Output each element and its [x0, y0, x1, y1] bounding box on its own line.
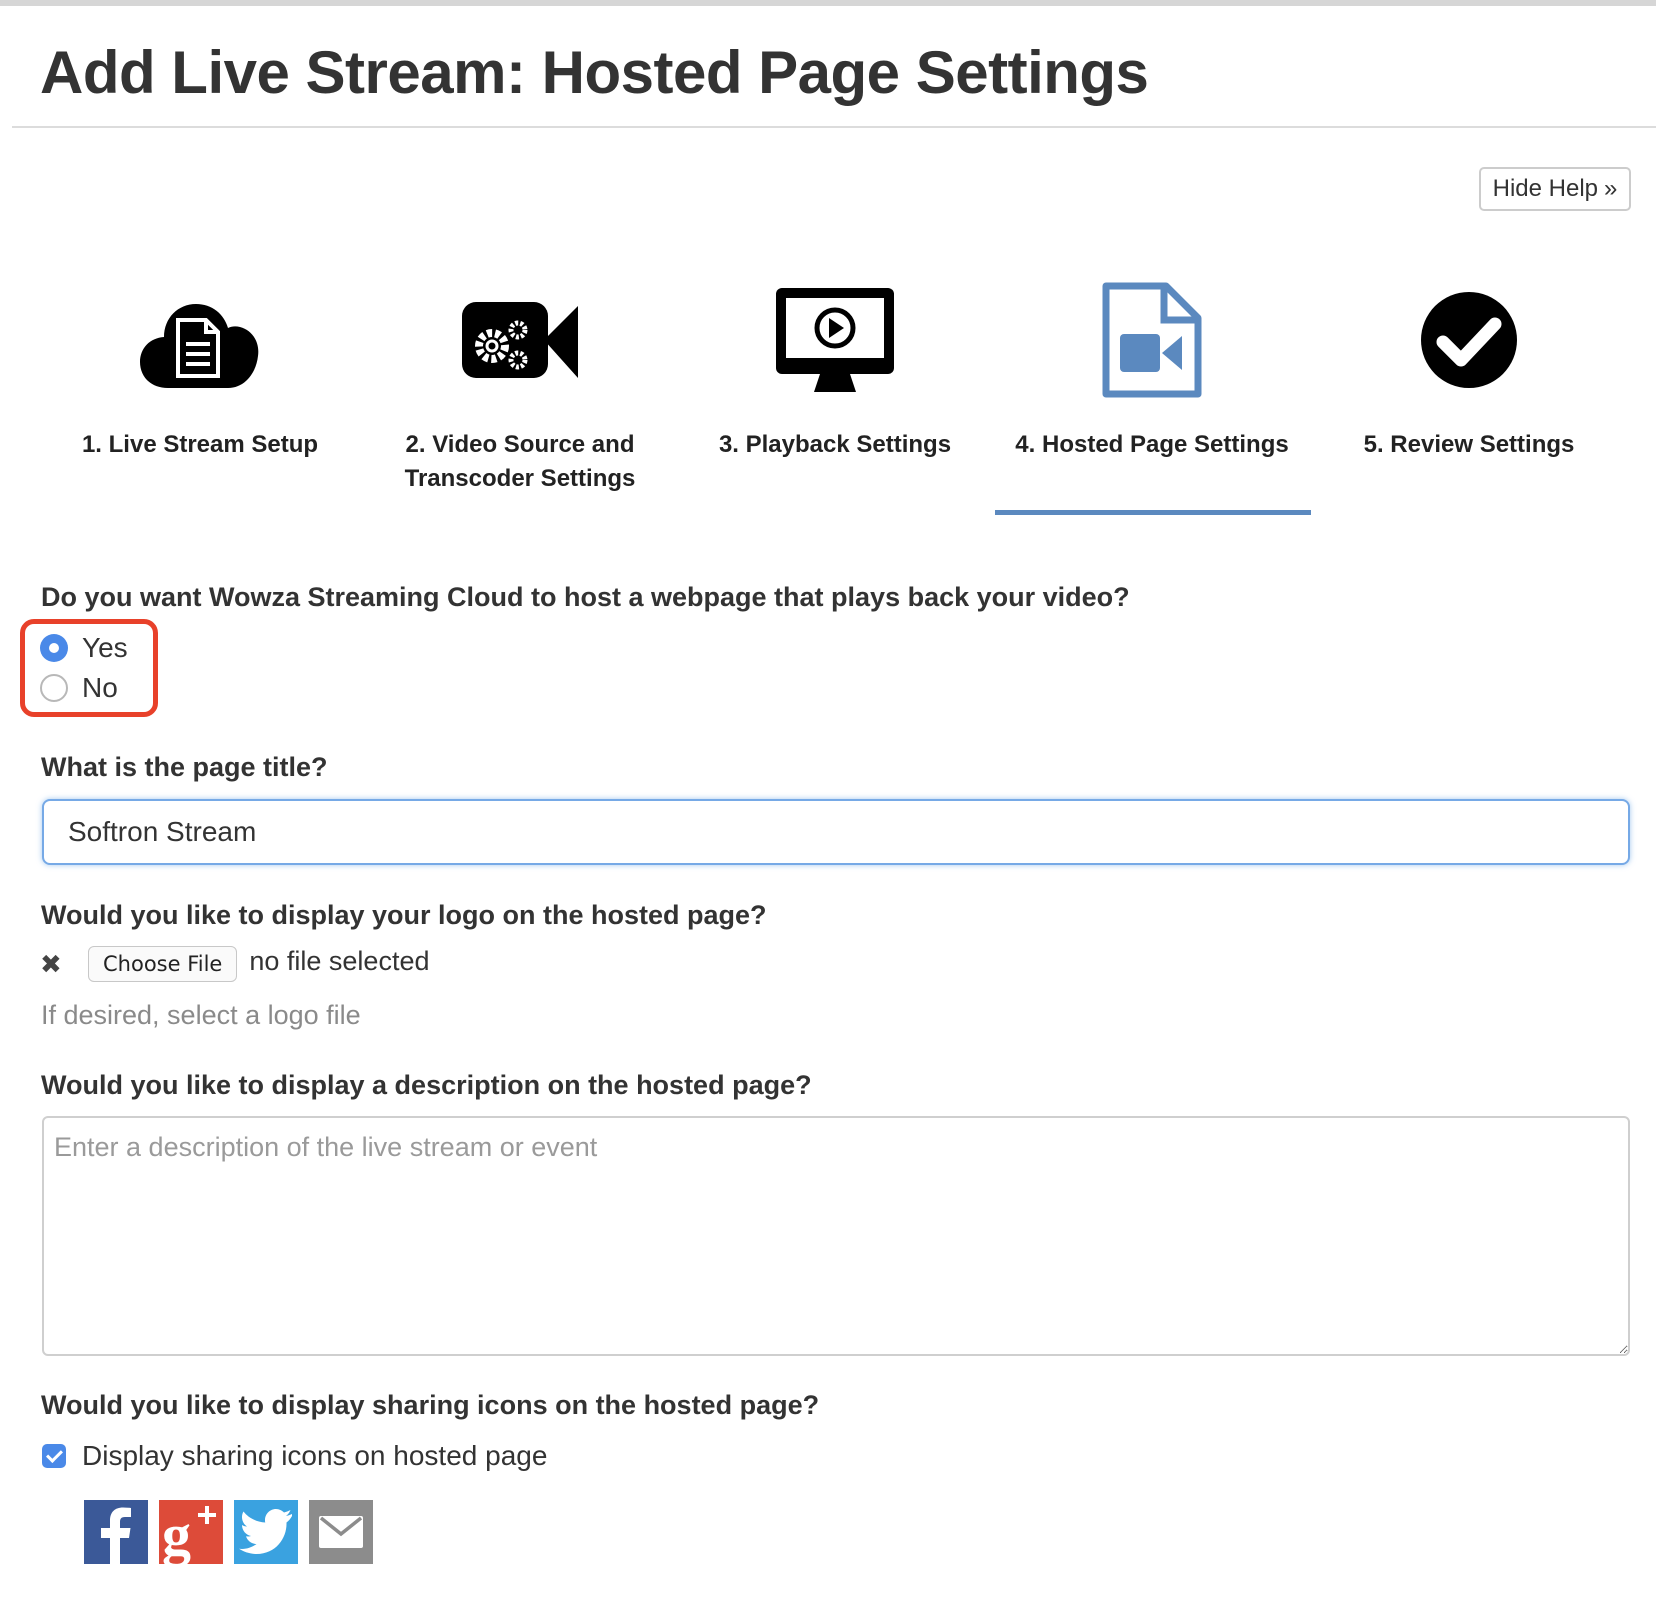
page-title: Add Live Stream: Hosted Page Settings — [40, 39, 1149, 106]
title-divider — [12, 126, 1656, 128]
top-border — [0, 0, 1656, 6]
page-title-input[interactable] — [42, 799, 1630, 865]
radio-yes-label: Yes — [82, 632, 128, 663]
twitter-icon — [234, 1500, 298, 1564]
logo-file-row: ✖ Choose File no file selected — [40, 946, 429, 982]
cloud-document-icon — [40, 280, 360, 400]
clear-file-icon[interactable]: ✖ — [40, 949, 74, 980]
host-question: Do you want Wowza Streaming Cloud to hos… — [41, 582, 1130, 612]
file-status: no file selected — [249, 945, 430, 976]
title-question: What is the page title? — [41, 752, 328, 782]
video-file-icon — [992, 280, 1312, 400]
radio-no[interactable]: No — [40, 672, 118, 704]
logo-help-text: If desired, select a logo file — [41, 1000, 361, 1030]
choose-file-button[interactable]: Choose File — [88, 946, 238, 982]
step-label: 1. Live Stream Setup — [81, 431, 319, 458]
hide-help-button[interactable]: Hide Help » — [1479, 167, 1631, 211]
step-label: 4. Hosted Page Settings — [1015, 431, 1289, 458]
sharing-question: Would you like to display sharing icons … — [41, 1390, 820, 1420]
description-question: Would you like to display a description … — [41, 1070, 812, 1100]
sharing-checkbox[interactable] — [42, 1444, 66, 1468]
radio-no-control[interactable] — [40, 674, 68, 702]
checkmark-circle-icon — [1309, 280, 1629, 400]
sharing-checkbox-row[interactable]: Display sharing icons on hosted page — [42, 1440, 547, 1472]
description-textarea[interactable] — [42, 1116, 1630, 1356]
active-step-indicator — [995, 510, 1311, 515]
facebook-icon — [84, 1500, 148, 1564]
radio-no-label: No — [82, 672, 118, 703]
wizard-steps: 1. Live Stream Setup 2. Video Source and… — [0, 280, 1656, 520]
step-label: 5. Review Settings — [1363, 431, 1575, 458]
radio-yes[interactable]: Yes — [40, 632, 128, 664]
sharing-checkbox-label: Display sharing icons on hosted page — [82, 1440, 548, 1471]
svg-text:g: g — [162, 1502, 191, 1564]
radio-yes-control[interactable] — [40, 634, 68, 662]
google-plus-icon: g — [159, 1500, 223, 1564]
monitor-play-icon — [675, 280, 995, 400]
step-label: 2. Video Source and Transcoder Settings — [404, 431, 636, 492]
logo-question: Would you like to display your logo on t… — [41, 900, 767, 930]
step-label: 3. Playback Settings — [718, 431, 952, 458]
hide-help-label: Hide Help — [1492, 175, 1599, 202]
video-camera-gears-icon — [360, 280, 680, 400]
double-chevron-right-icon: » — [1604, 175, 1618, 202]
email-icon — [309, 1500, 373, 1564]
